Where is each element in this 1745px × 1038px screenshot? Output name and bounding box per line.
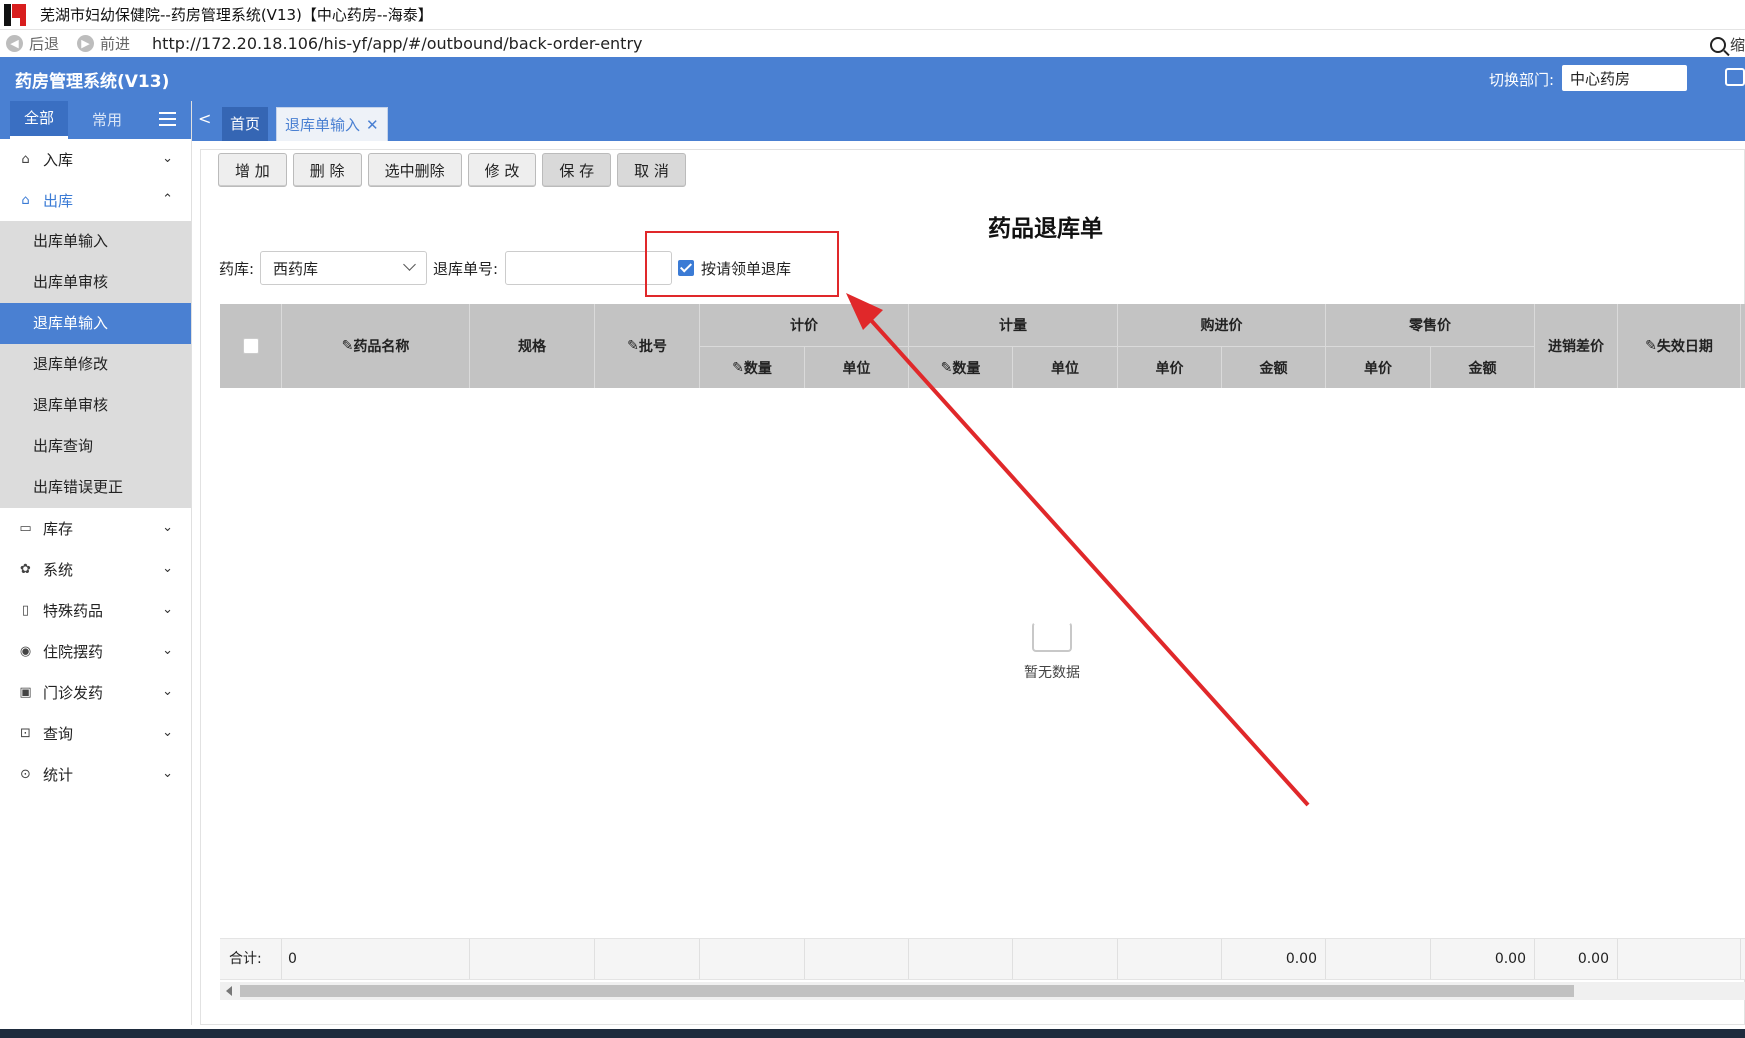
annotation-arrow-line bbox=[858, 306, 1310, 807]
annotation-arrow bbox=[846, 293, 1310, 807]
